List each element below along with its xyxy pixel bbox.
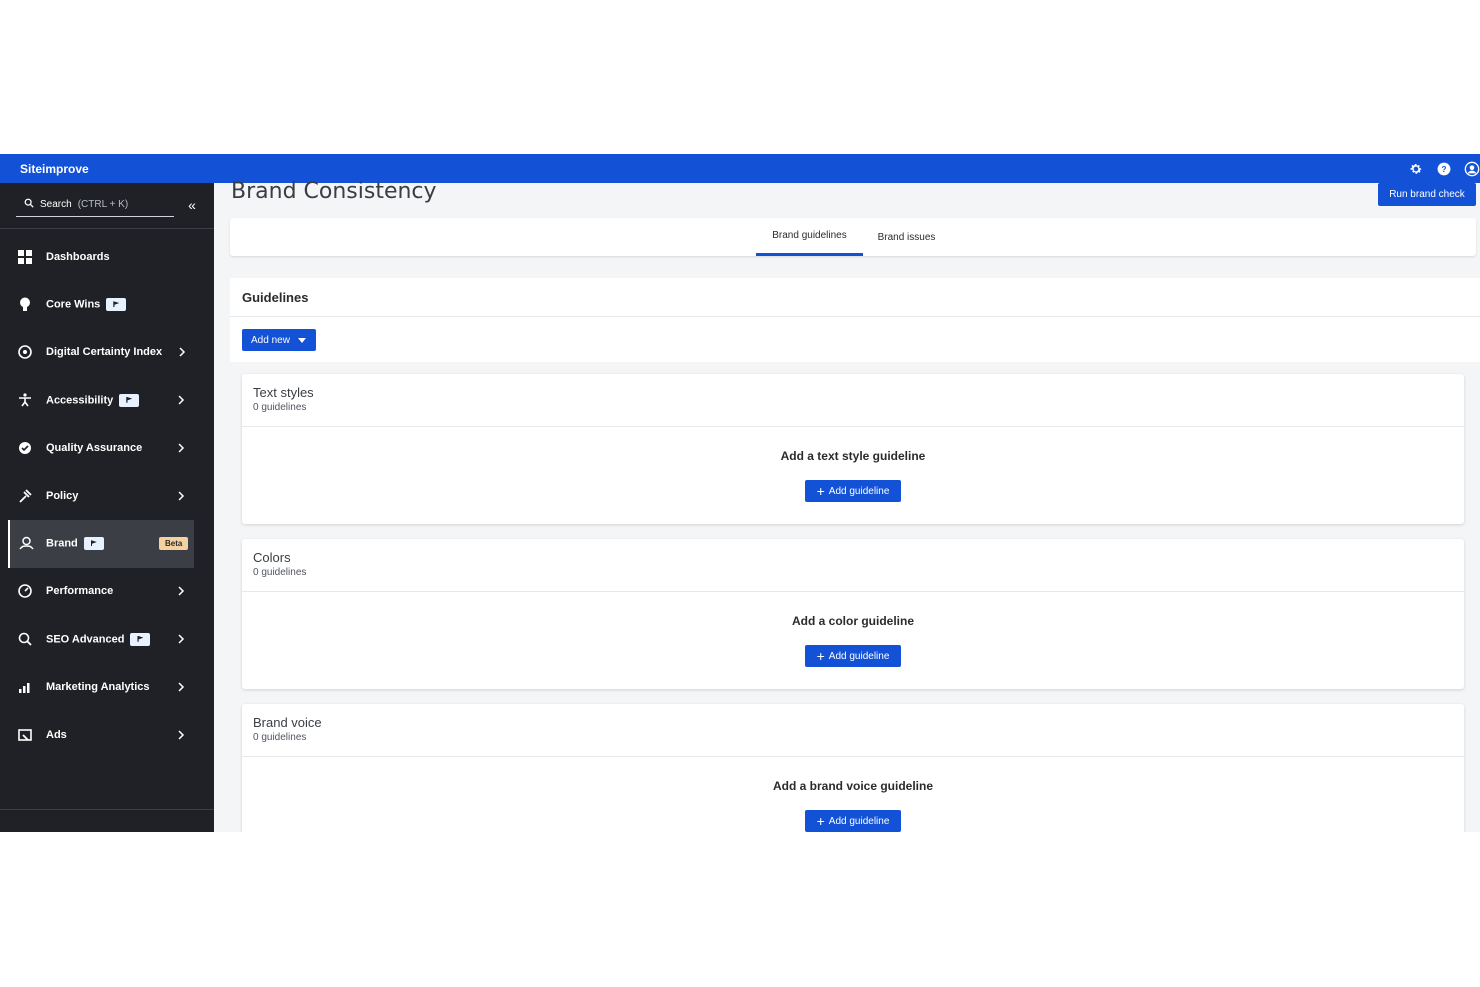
tab-bar: Brand guidelines Brand issues xyxy=(230,218,1476,256)
sidebar-item-digital-certainty-index[interactable]: Digital Certainty Index xyxy=(0,329,214,377)
sidebar-item-label: Policy xyxy=(46,489,79,502)
add-guideline-button[interactable]: + Add guideline xyxy=(805,480,901,502)
card-brand-voice: Brand voice 0 guidelines Add a brand voi… xyxy=(242,704,1464,832)
search-icon xyxy=(24,198,34,211)
card-colors: Colors 0 guidelines Add a color guidelin… xyxy=(242,539,1464,689)
flag-icon xyxy=(106,298,127,312)
chevron-right-icon xyxy=(178,730,185,740)
policy-icon xyxy=(17,488,33,504)
quality-icon xyxy=(17,440,33,456)
add-guideline-button[interactable]: + Add guideline xyxy=(805,645,901,667)
sidebar-item-label: Core Wins xyxy=(46,298,101,311)
sidebar-item-label: SEO Advanced xyxy=(46,633,125,646)
panel-title: Guidelines xyxy=(230,278,1480,317)
caret-down-icon xyxy=(297,337,306,343)
sidebar-item-brand[interactable]: Brand Beta xyxy=(8,519,194,568)
double-chevron-left-icon[interactable]: « xyxy=(184,196,200,214)
empty-state-title: Add a text style guideline xyxy=(780,449,926,463)
card-text-styles: Text styles 0 guidelines Add a text styl… xyxy=(242,374,1464,524)
empty-state-title: Add a brand voice guideline xyxy=(772,779,934,793)
plus-icon: + xyxy=(816,648,825,664)
sidebar-item-label: Marketing Analytics xyxy=(46,681,150,694)
sidebar-item-accessibility[interactable]: Accessibility xyxy=(0,376,214,424)
app-logo[interactable]: Siteimprove xyxy=(20,162,89,176)
page-title: Brand Consistency xyxy=(231,179,437,204)
card-title: Text styles xyxy=(253,385,314,400)
cards-area: Text styles 0 guidelines Add a text styl… xyxy=(230,362,1480,832)
seo-icon xyxy=(17,631,33,647)
flag-icon xyxy=(130,632,151,646)
ads-icon xyxy=(17,727,33,743)
empty-state-title: Add a color guideline xyxy=(791,614,914,628)
app-window: Siteimprove ? Search (CTRL + K) « Dashbo… xyxy=(0,154,1480,832)
sidebar-item-policy[interactable]: Policy xyxy=(0,472,214,520)
card-count: 0 guidelines xyxy=(253,732,307,743)
top-bar: Siteimprove ? xyxy=(0,154,1480,183)
accessibility-icon xyxy=(17,392,33,408)
brand-icon xyxy=(18,536,34,552)
gear-icon[interactable] xyxy=(1408,161,1424,177)
card-count: 0 guidelines xyxy=(253,402,307,413)
chevron-right-icon xyxy=(179,347,186,358)
sidebar-item-label: Dashboards xyxy=(46,250,110,263)
guidelines-panel: Guidelines Add new Text styles 0 guideli… xyxy=(230,278,1480,832)
main-content: Brand Consistency Run brand check Brand … xyxy=(214,179,1480,832)
run-brand-check-button[interactable]: Run brand check xyxy=(1378,183,1476,206)
add-guideline-label: Add guideline xyxy=(828,815,890,827)
add-guideline-button[interactable]: + Add guideline xyxy=(805,810,901,832)
dashboards-icon xyxy=(17,249,33,265)
plus-icon: + xyxy=(816,813,825,829)
search-row: Search (CTRL + K) « xyxy=(0,183,214,229)
sidebar-footer xyxy=(0,809,214,832)
sidebar-item-dashboards[interactable]: Dashboards xyxy=(0,233,214,281)
sidebar-item-label: Quality Assurance xyxy=(46,442,143,455)
beta-badge: Beta xyxy=(159,537,189,551)
sidebar-item-marketing-analytics[interactable]: Marketing Analytics xyxy=(0,663,214,711)
sidebar-item-label: Performance xyxy=(46,585,114,598)
chevron-right-icon xyxy=(178,395,185,405)
help-icon[interactable]: ? xyxy=(1436,161,1452,177)
sidebar-item-core-wins[interactable]: Core Wins xyxy=(0,281,214,329)
card-title: Colors xyxy=(253,550,291,565)
sidebar-item-label: Digital Certainty Index xyxy=(46,346,163,359)
analytics-icon xyxy=(17,679,33,695)
card-count: 0 guidelines xyxy=(253,567,307,578)
chevron-right-icon xyxy=(178,586,185,596)
search-input[interactable]: Search (CTRL + K) xyxy=(16,193,174,217)
sidebar-item-performance[interactable]: Performance xyxy=(0,568,214,616)
chevron-right-icon xyxy=(178,443,185,453)
user-icon[interactable] xyxy=(1464,161,1480,177)
sidebar-item-label: Brand xyxy=(46,537,78,550)
add-guideline-label: Add guideline xyxy=(828,485,890,497)
gauge-icon xyxy=(17,583,33,599)
sidebar-item-label: Ads xyxy=(46,728,67,741)
search-shortcut: (CTRL + K) xyxy=(77,199,129,210)
dci-icon xyxy=(17,344,33,360)
sidebar-item-label: Accessibility xyxy=(46,394,114,407)
flag-icon xyxy=(119,393,140,407)
search-label: Search xyxy=(40,199,72,210)
svg-text:?: ? xyxy=(1442,164,1447,173)
add-new-label: Add new xyxy=(251,334,290,346)
sidebar-item-seo-advanced[interactable]: SEO Advanced xyxy=(0,615,214,663)
sidebar: Search (CTRL + K) « Dashboards Core Wins xyxy=(0,183,214,832)
flag-icon xyxy=(83,537,104,551)
sidebar-item-ads[interactable]: Ads xyxy=(0,711,214,759)
lightbulb-icon xyxy=(17,297,33,313)
add-guideline-label: Add guideline xyxy=(828,650,890,662)
chevron-right-icon xyxy=(178,634,185,644)
sidebar-item-quality-assurance[interactable]: Quality Assurance xyxy=(0,424,214,472)
plus-icon: + xyxy=(816,483,825,499)
tab-brand-issues[interactable]: Brand issues xyxy=(863,218,950,256)
sidebar-nav: Dashboards Core Wins Digital Certainty I… xyxy=(0,233,214,759)
add-new-button[interactable]: Add new xyxy=(242,329,316,351)
tab-brand-guidelines[interactable]: Brand guidelines xyxy=(756,218,863,256)
chevron-right-icon xyxy=(178,682,185,692)
chevron-right-icon xyxy=(178,491,185,501)
card-title: Brand voice xyxy=(253,715,322,730)
